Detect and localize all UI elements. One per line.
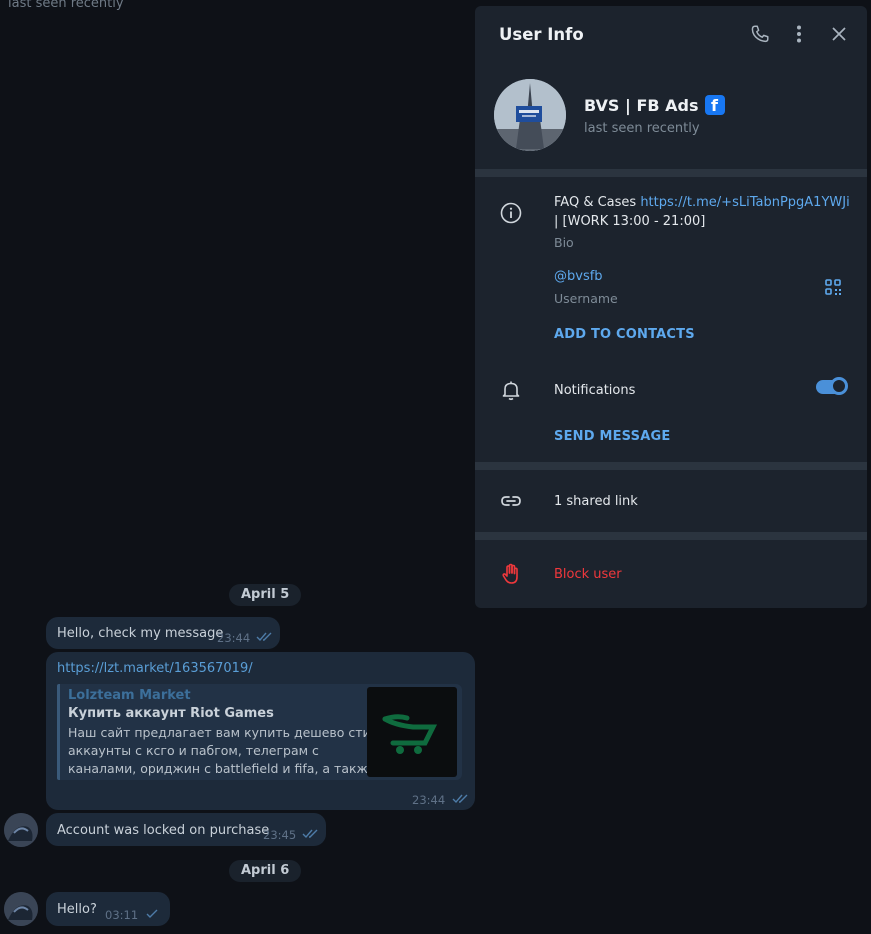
panel-title: User Info (499, 25, 584, 44)
link-icon (499, 489, 523, 513)
message-time: 03:11 (105, 908, 139, 922)
bio-suffix: | [WORK 13:00 - 21:00] (554, 214, 706, 229)
facebook-icon: f (704, 95, 725, 115)
date-separator: April 5 (229, 584, 302, 606)
bio-label: Bio (554, 235, 574, 250)
profile-avatar[interactable] (494, 79, 566, 151)
message-bubble-link[interactable]: https://lzt.market/163567019/ Lolzteam M… (46, 652, 475, 810)
close-icon[interactable] (828, 23, 850, 45)
username[interactable]: @bvsfb (554, 269, 603, 284)
username-label: Username (554, 291, 618, 306)
qr-code-icon[interactable] (824, 278, 844, 298)
message-text: Account was locked on purchase (57, 823, 270, 838)
date-separator: April 6 (229, 860, 302, 882)
preview-title: Купить аккаунт Riot Games (68, 706, 274, 721)
send-message-button[interactable]: SEND MESSAGE (554, 429, 670, 444)
double-check-icon (302, 829, 320, 839)
message-time: 23:44 (412, 793, 446, 807)
double-check-icon (452, 794, 470, 804)
profile-name: BVS | FB Ads f (584, 95, 725, 115)
info-icon (499, 201, 523, 225)
stop-hand-icon (499, 562, 523, 586)
avatar[interactable] (4, 813, 38, 847)
notifications-label: Notifications (554, 383, 636, 398)
profile-name-text: BVS | FB Ads (584, 95, 699, 115)
link-preview[interactable]: Lolzteam Market Купить аккаунт Riot Game… (57, 684, 462, 780)
bio-link[interactable]: https://t.me/+sLiTabnPpgA1YWJi (640, 195, 849, 210)
shared-links-item[interactable]: 1 shared link (554, 494, 638, 509)
bio-prefix: FAQ & Cases (554, 195, 641, 210)
preview-description: Наш сайт предлагает вам купить дешево ст… (68, 724, 368, 778)
avatar[interactable] (4, 892, 38, 926)
preview-line: аккаунты с ксго и пабгом, телеграм с (68, 743, 319, 758)
message-text: Hello, check my message (57, 626, 224, 641)
preview-line: Наш сайт предлагает вам купить дешево ст… (68, 725, 368, 740)
preview-site-name: Lolzteam Market (68, 688, 191, 703)
notifications-toggle[interactable] (816, 377, 848, 395)
message-bubble[interactable]: Hello? 03:11 (46, 892, 170, 926)
phone-icon[interactable] (749, 23, 771, 45)
preview-cart-icon (367, 687, 457, 777)
double-check-icon (256, 632, 274, 642)
profile-status: last seen recently (584, 121, 700, 136)
block-user-button[interactable]: Block user (554, 567, 622, 582)
more-vertical-icon[interactable] (788, 23, 810, 45)
check-icon (144, 909, 162, 919)
preview-line: каналами, ориджин с battlefield и fifa, … (68, 761, 368, 776)
bell-icon (499, 378, 523, 402)
bio-text: FAQ & Cases https://t.me/+sLiTabnPpgA1YW… (554, 193, 854, 231)
section-divider (475, 532, 867, 540)
chat-header-status: last seen recently (8, 0, 124, 11)
message-text: Hello? (57, 902, 97, 917)
section-divider (475, 462, 867, 470)
message-bubble[interactable]: Account was locked on purchase 23:45 (46, 813, 326, 846)
message-bubble[interactable]: Hello, check my message 23:44 (46, 617, 280, 649)
section-divider (475, 169, 867, 177)
add-to-contacts-button[interactable]: ADD TO CONTACTS (554, 327, 695, 342)
message-link[interactable]: https://lzt.market/163567019/ (57, 661, 253, 676)
user-info-panel: User Info BVS | FB Ads f last seen recen… (475, 6, 867, 608)
message-time: 23:45 (263, 828, 297, 842)
message-time: 23:44 (217, 631, 251, 645)
toggle-knob (830, 377, 848, 395)
